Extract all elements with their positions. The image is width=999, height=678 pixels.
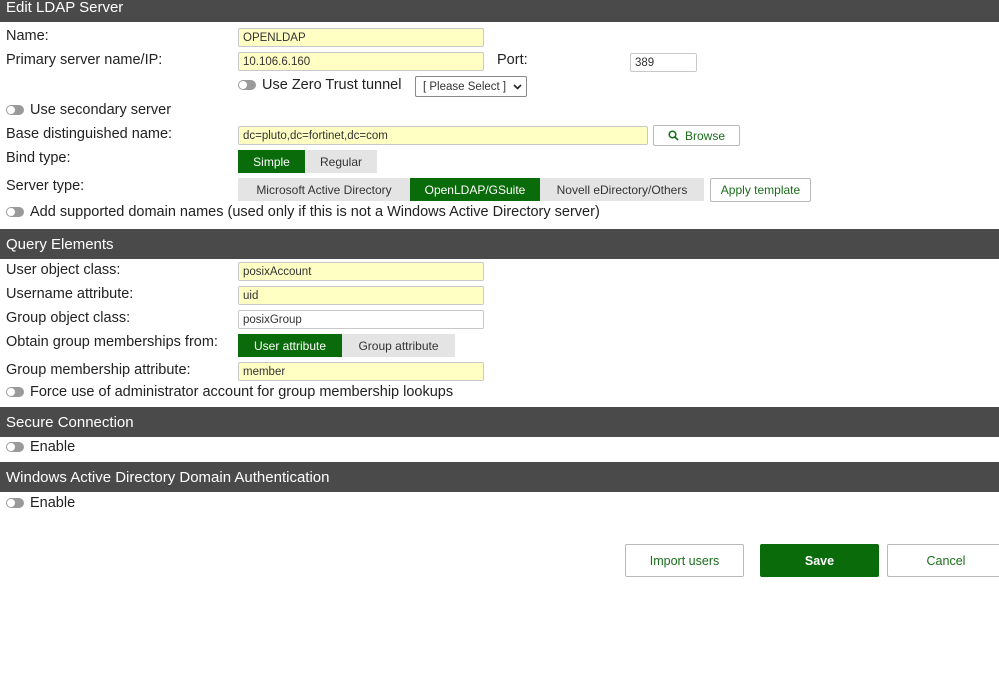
port-label: Port: [497, 52, 528, 68]
bind-type-selector: Simple Regular [238, 150, 377, 173]
secondary-server-toggle[interactable] [6, 105, 24, 115]
secondary-server-row: Use secondary server [6, 102, 171, 118]
obtain-group-group-attribute[interactable]: Group attribute [342, 334, 455, 357]
group-membership-attr-input[interactable] [238, 362, 484, 381]
obtain-group-selector: User attribute Group attribute [238, 334, 455, 357]
name-label: Name: [6, 28, 49, 44]
chevron-down-icon [513, 81, 522, 93]
force-admin-label: Force use of administrator account for g… [30, 384, 454, 400]
server-type-novell[interactable]: Novell eDirectory/Others [540, 178, 704, 201]
zero-trust-select-value: [ Please Select ] [423, 80, 507, 93]
domain-names-row: Add supported domain names (used only if… [6, 204, 600, 220]
name-input[interactable] [238, 28, 484, 47]
obtain-group-label: Obtain group memberships from: [6, 334, 218, 350]
group-object-class-label: Group object class: [6, 310, 131, 326]
save-button[interactable]: Save [760, 544, 879, 577]
search-icon [668, 130, 679, 141]
cancel-button[interactable]: Cancel [887, 544, 999, 577]
primary-server-label: Primary server name/IP: [6, 52, 163, 68]
windows-enable-toggle[interactable] [6, 498, 24, 508]
edit-ldap-server-header: Edit LDAP Server [0, 0, 999, 22]
secondary-server-label: Use secondary server [30, 102, 172, 118]
domain-names-label: Add supported domain names (used only if… [30, 204, 600, 220]
obtain-group-user-attribute[interactable]: User attribute [238, 334, 342, 357]
zero-trust-label: Use Zero Trust tunnel [262, 77, 402, 93]
zero-trust-toggle[interactable] [238, 80, 256, 90]
import-users-button[interactable]: Import users [625, 544, 744, 577]
base-dn-label: Base distinguished name: [6, 126, 173, 142]
zero-trust-row: Use Zero Trust tunnel [238, 77, 401, 93]
secure-connection-header: Secure Connection [0, 407, 999, 437]
base-dn-input[interactable] [238, 126, 648, 145]
group-membership-attr-label: Group membership attribute: [6, 362, 191, 378]
windows-ad-title: Windows Active Directory Domain Authenti… [6, 468, 330, 486]
apply-template-button[interactable]: Apply template [710, 178, 811, 202]
server-type-openldap[interactable]: OpenLDAP/GSuite [410, 178, 540, 201]
domain-names-toggle[interactable] [6, 207, 24, 217]
bind-type-label: Bind type: [6, 150, 71, 166]
secure-enable-toggle[interactable] [6, 442, 24, 452]
primary-server-input[interactable] [238, 52, 484, 71]
port-input[interactable] [630, 53, 697, 72]
secure-enable-label: Enable [30, 439, 76, 455]
force-admin-row: Force use of administrator account for g… [6, 384, 453, 400]
bind-type-regular[interactable]: Regular [305, 150, 377, 173]
server-type-selector: Microsoft Active Directory OpenLDAP/GSui… [238, 178, 704, 201]
user-object-class-input[interactable] [238, 262, 484, 281]
edit-ldap-server-title: Edit LDAP Server [6, 0, 124, 16]
zero-trust-select[interactable]: [ Please Select ] [415, 76, 527, 97]
windows-enable-label: Enable [30, 495, 76, 511]
force-admin-toggle[interactable] [6, 387, 24, 397]
server-type-label: Server type: [6, 178, 85, 194]
server-type-microsoft-ad[interactable]: Microsoft Active Directory [238, 178, 410, 201]
user-object-class-label: User object class: [6, 262, 121, 278]
group-object-class-input[interactable] [238, 310, 484, 329]
query-elements-header: Query Elements [0, 229, 999, 259]
username-attribute-label: Username attribute: [6, 286, 134, 302]
username-attribute-input[interactable] [238, 286, 484, 305]
browse-button[interactable]: Browse [653, 125, 740, 146]
secure-enable-row: Enable [6, 439, 75, 455]
windows-enable-row: Enable [6, 495, 75, 511]
windows-ad-header: Windows Active Directory Domain Authenti… [0, 462, 999, 492]
secure-connection-title: Secure Connection [6, 413, 134, 431]
query-elements-title: Query Elements [6, 235, 114, 253]
bind-type-simple[interactable]: Simple [238, 150, 305, 173]
browse-label: Browse [684, 128, 725, 143]
